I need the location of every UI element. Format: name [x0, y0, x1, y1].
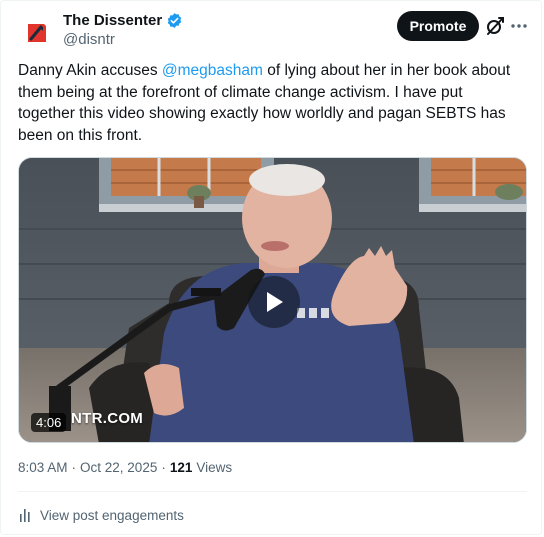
play-button[interactable]: [248, 276, 300, 328]
tweet-metadata: 8:03 AM · Oct 22, 2025 · 121 Views: [18, 460, 232, 475]
author-name-row: The Dissenter: [63, 12, 183, 29]
dissenter-logo-icon: [27, 23, 47, 43]
view-engagements-link[interactable]: View post engagements: [18, 507, 184, 523]
avatar[interactable]: [17, 13, 57, 53]
author-display-name[interactable]: The Dissenter: [63, 12, 162, 29]
views-label: Views: [196, 460, 233, 475]
tweet-card: The Dissenter @disntr Promote Danny Akin…: [0, 0, 542, 535]
meta-separator: ·: [71, 460, 77, 475]
video-duration-badge: 4:06: [31, 413, 67, 432]
video-player[interactable]: 4:06 NTR.COM: [18, 157, 527, 443]
mention-link[interactable]: @megbasham: [162, 62, 263, 79]
video-watermark: NTR.COM: [71, 410, 144, 427]
grok-icon[interactable]: [485, 16, 505, 36]
tweet-date[interactable]: Oct 22, 2025: [80, 460, 157, 475]
verified-badge-icon: [166, 12, 183, 29]
play-icon: [267, 292, 283, 312]
tweet-time[interactable]: 8:03 AM: [18, 460, 68, 475]
more-options-icon[interactable]: [508, 15, 530, 37]
tweet-text-before: Danny Akin accuses: [18, 62, 162, 79]
author-handle[interactable]: @disntr: [63, 31, 115, 48]
tweet-text: Danny Akin accuses @megbasham of lying a…: [18, 60, 523, 146]
view-engagements-label: View post engagements: [40, 507, 184, 523]
divider: [18, 491, 527, 492]
analytics-icon: [20, 509, 30, 522]
views-count: 121: [169, 460, 193, 475]
promote-button[interactable]: Promote: [397, 11, 479, 41]
meta-separator-2: ·: [161, 460, 166, 475]
